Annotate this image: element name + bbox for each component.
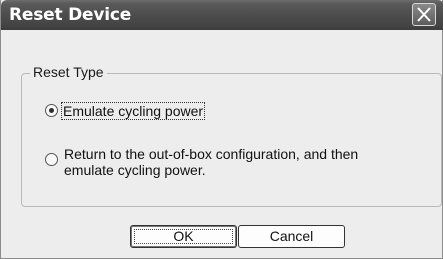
radio-label-out-of-box: Return to the out-of-box configuration, … — [64, 146, 358, 178]
radio-option-emulate-cycling-power[interactable]: Emulate cycling power — [45, 102, 206, 120]
radio-label-out-of-box-line2: emulate cycling power. — [64, 162, 206, 178]
radio-button-checked[interactable] — [45, 104, 58, 117]
radio-label-out-of-box-line1: Return to the out-of-box configuration, … — [64, 146, 359, 162]
radio-button-unchecked[interactable] — [45, 153, 58, 166]
reset-device-dialog: Reset Device Reset Type Emulate cycling … — [0, 0, 443, 259]
close-x-icon — [417, 7, 431, 22]
cancel-button-label: Cancel — [269, 228, 314, 244]
reset-type-legend: Reset Type — [30, 64, 107, 80]
radio-label-emulate: Emulate cycling power — [61, 102, 206, 120]
cancel-button[interactable]: Cancel — [238, 225, 345, 248]
ok-button[interactable]: OK — [130, 225, 237, 248]
close-button[interactable] — [412, 3, 436, 26]
ok-button-label: OK — [173, 228, 194, 244]
title-bar[interactable]: Reset Device — [1, 0, 443, 30]
dialog-title: Reset Device — [9, 5, 132, 25]
radio-option-out-of-box[interactable]: Return to the out-of-box configuration, … — [45, 146, 358, 178]
reset-type-groupbox — [21, 73, 442, 207]
